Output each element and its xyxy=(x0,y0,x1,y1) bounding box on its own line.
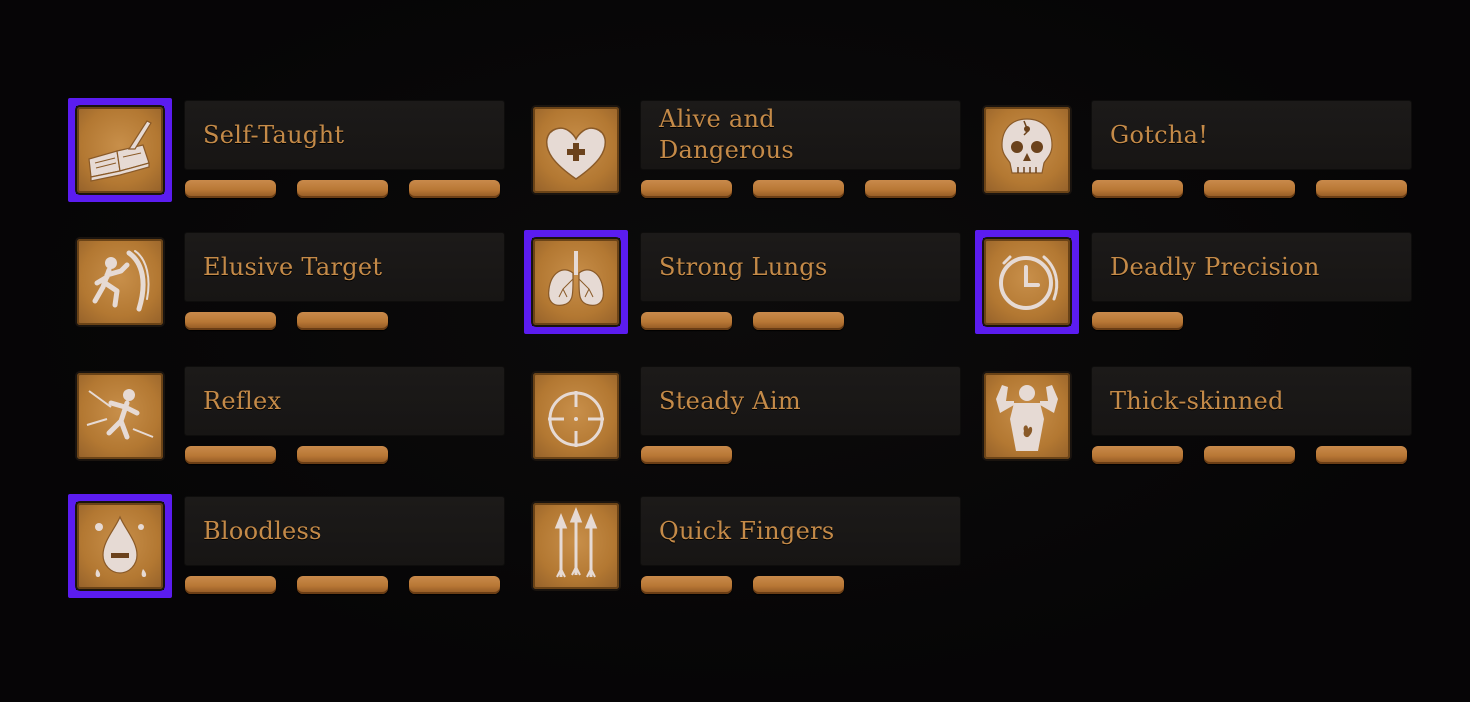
perk-level-pips xyxy=(185,446,504,466)
perk-icon-frame xyxy=(975,230,1079,334)
perk-title: Strong Lungs xyxy=(659,252,828,281)
level-pip xyxy=(297,576,388,594)
perk-level-pips xyxy=(641,312,960,332)
level-pip xyxy=(1092,446,1183,464)
perk-icon-frame xyxy=(524,364,628,468)
level-pip xyxy=(297,180,388,198)
perk-title: Reflex xyxy=(203,386,282,415)
perk-icon-frame xyxy=(68,494,172,598)
level-pip xyxy=(1316,446,1407,464)
perk-icon-frame xyxy=(68,364,172,468)
level-pip xyxy=(641,312,732,330)
level-pip xyxy=(641,446,732,464)
level-pip xyxy=(185,180,276,198)
level-pip xyxy=(1092,180,1183,198)
perk-level-pips xyxy=(1092,446,1411,466)
level-pip xyxy=(297,312,388,330)
perk-title-panel: Strong Lungs xyxy=(641,233,960,301)
perk-title: Deadly Precision xyxy=(1110,252,1320,281)
perk-thick-skinned[interactable]: Thick-skinned xyxy=(975,364,1411,468)
skull-icon[interactable] xyxy=(984,107,1070,193)
perk-grid: Self-Taught Alive and Dangerous Gotcha! … xyxy=(0,0,1470,702)
level-pip xyxy=(185,312,276,330)
perk-steady-aim[interactable]: Steady Aim xyxy=(524,364,960,468)
level-pip xyxy=(1092,312,1183,330)
level-pip xyxy=(753,180,844,198)
perk-title-panel: Alive and Dangerous xyxy=(641,101,960,169)
level-pip xyxy=(1204,446,1295,464)
perk-title: Steady Aim xyxy=(659,386,801,415)
perk-level-pips xyxy=(185,312,504,332)
perk-level-pips xyxy=(641,576,960,596)
perk-alive-and-dangerous[interactable]: Alive and Dangerous xyxy=(524,98,960,202)
lungs-icon[interactable] xyxy=(533,239,619,325)
perk-title-panel: Deadly Precision xyxy=(1092,233,1411,301)
dodge-figure-icon[interactable] xyxy=(77,239,163,325)
crosshair-icon[interactable] xyxy=(533,373,619,459)
perk-level-pips xyxy=(641,446,960,466)
blood-drop-minus-icon[interactable] xyxy=(77,503,163,589)
perk-level-pips xyxy=(641,180,960,200)
level-pip xyxy=(185,576,276,594)
perk-strong-lungs[interactable]: Strong Lungs xyxy=(524,230,960,334)
perk-title: Elusive Target xyxy=(203,252,383,281)
level-pip xyxy=(641,180,732,198)
perk-title: Self-Taught xyxy=(203,120,345,149)
perk-title-panel: Elusive Target xyxy=(185,233,504,301)
level-pip xyxy=(409,576,500,594)
perk-bloodless[interactable]: Bloodless xyxy=(68,494,504,598)
perk-title-panel: Reflex xyxy=(185,367,504,435)
level-pip xyxy=(1204,180,1295,198)
perk-title-panel: Bloodless xyxy=(185,497,504,565)
perk-icon-frame xyxy=(524,494,628,598)
perk-icon-frame xyxy=(524,230,628,334)
perk-gotcha[interactable]: Gotcha! xyxy=(975,98,1411,202)
perk-icon-frame xyxy=(975,364,1079,468)
perk-title: Gotcha! xyxy=(1110,120,1209,149)
perk-title: Quick Fingers xyxy=(659,516,835,545)
perk-title: Thick-skinned xyxy=(1110,386,1284,415)
perk-reflex[interactable]: Reflex xyxy=(68,364,504,468)
level-pip xyxy=(409,180,500,198)
perk-icon-frame xyxy=(975,98,1079,202)
perk-level-pips xyxy=(185,180,504,200)
perk-level-pips xyxy=(1092,312,1411,332)
perk-self-taught[interactable]: Self-Taught xyxy=(68,98,504,202)
perk-level-pips xyxy=(1092,180,1411,200)
book-quill-icon[interactable] xyxy=(77,107,163,193)
perk-icon-frame xyxy=(68,230,172,334)
perk-icon-frame xyxy=(68,98,172,202)
reflex-figure-icon[interactable] xyxy=(77,373,163,459)
perk-elusive-target[interactable]: Elusive Target xyxy=(68,230,504,334)
arrows-icon[interactable] xyxy=(533,503,619,589)
perk-deadly-precision[interactable]: Deadly Precision xyxy=(975,230,1411,334)
flexing-torso-icon[interactable] xyxy=(984,373,1070,459)
perk-title-panel: Gotcha! xyxy=(1092,101,1411,169)
perk-title-panel: Steady Aim xyxy=(641,367,960,435)
perk-title-panel: Self-Taught xyxy=(185,101,504,169)
perk-level-pips xyxy=(185,576,504,596)
level-pip xyxy=(1316,180,1407,198)
level-pip xyxy=(753,576,844,594)
perk-title: Bloodless xyxy=(203,516,322,545)
perk-title-panel: Thick-skinned xyxy=(1092,367,1411,435)
perk-title-panel: Quick Fingers xyxy=(641,497,960,565)
level-pip xyxy=(297,446,388,464)
level-pip xyxy=(641,576,732,594)
stopwatch-icon[interactable] xyxy=(984,239,1070,325)
heart-plus-icon[interactable] xyxy=(533,107,619,193)
perk-title: Alive and Dangerous xyxy=(659,105,794,164)
perk-icon-frame xyxy=(524,98,628,202)
level-pip xyxy=(753,312,844,330)
level-pip xyxy=(865,180,956,198)
level-pip xyxy=(185,446,276,464)
perk-quick-fingers[interactable]: Quick Fingers xyxy=(524,494,960,598)
